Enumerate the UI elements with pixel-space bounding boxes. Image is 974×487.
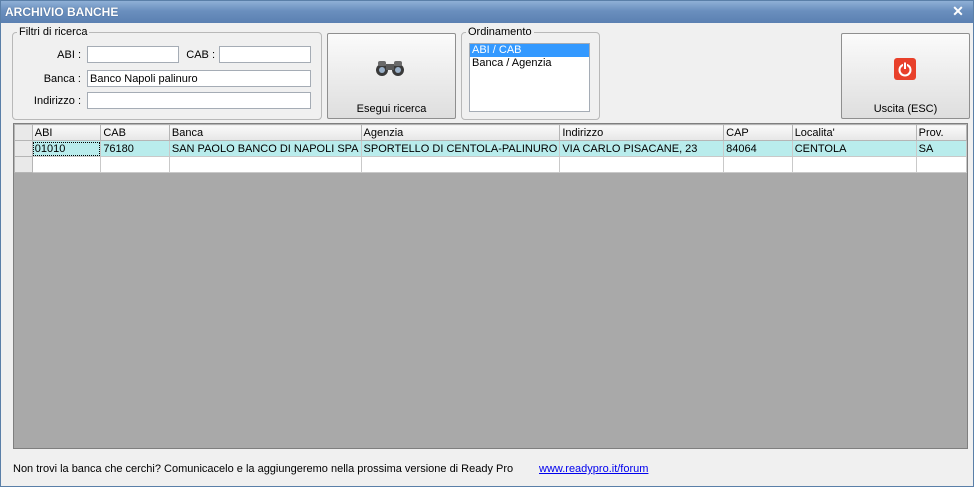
cell-cap[interactable]: 84064 xyxy=(723,140,793,157)
column-header-cab[interactable]: CAB xyxy=(100,124,170,141)
cell-localita[interactable]: CENTOLA xyxy=(791,140,917,157)
results-grid[interactable]: ABI CAB Banca Agenzia Indirizzo CAP Loca… xyxy=(13,123,968,449)
title-bar: ARCHIVIO BANCHE ✕ xyxy=(1,1,973,23)
column-header-prov[interactable]: Prov. xyxy=(915,124,967,141)
cell-empty[interactable] xyxy=(100,156,170,173)
close-icon[interactable]: ✕ xyxy=(951,4,965,18)
abi-input[interactable] xyxy=(87,46,179,63)
column-header-indirizzo[interactable]: Indirizzo xyxy=(559,124,725,141)
cell-empty[interactable] xyxy=(915,156,967,173)
cell-empty[interactable] xyxy=(168,156,362,173)
power-icon xyxy=(894,58,916,80)
column-header-banca[interactable]: Banca xyxy=(168,124,362,141)
cell-empty[interactable] xyxy=(723,156,793,173)
cell-prov[interactable]: SA xyxy=(915,140,967,157)
table-header-row: ABI CAB Banca Agenzia Indirizzo CAP Loca… xyxy=(14,124,967,141)
cell-empty[interactable] xyxy=(559,156,725,173)
indirizzo-label: Indirizzo : xyxy=(33,95,81,107)
column-header-abi[interactable]: ABI xyxy=(31,124,102,141)
indirizzo-input[interactable] xyxy=(87,92,311,109)
search-button[interactable]: Esegui ricerca xyxy=(327,33,456,119)
row-selector[interactable] xyxy=(14,140,33,157)
ordering-option-abi-cab[interactable]: ABI / CAB xyxy=(470,44,589,57)
exit-button-label: Uscita (ESC) xyxy=(873,103,938,115)
column-header-agenzia[interactable]: Agenzia xyxy=(360,124,561,141)
ordering-legend: Ordinamento xyxy=(468,26,532,38)
cell-empty[interactable] xyxy=(360,156,561,173)
cell-banca[interactable]: SAN PAOLO BANCO DI NAPOLI SPA xyxy=(168,140,362,157)
cell-cab[interactable]: 76180 xyxy=(100,140,170,157)
results-table: ABI CAB Banca Agenzia Indirizzo CAP Loca… xyxy=(14,124,967,173)
cell-abi[interactable]: 01010 xyxy=(31,140,102,157)
binoculars-icon xyxy=(376,61,404,76)
table-row-new[interactable] xyxy=(14,156,967,173)
column-header-cap[interactable]: CAP xyxy=(723,124,793,141)
cell-empty[interactable] xyxy=(791,156,917,173)
cell-agenzia[interactable]: SPORTELLO DI CENTOLA-PALINURO xyxy=(360,140,561,157)
banca-label: Banca : xyxy=(43,73,81,85)
forum-link[interactable]: www.readypro.it/forum xyxy=(539,463,648,475)
filters-legend: Filtri di ricerca xyxy=(19,26,88,38)
table-row[interactable]: 01010 76180 SAN PAOLO BANCO DI NAPOLI SP… xyxy=(14,140,967,157)
search-button-label: Esegui ricerca xyxy=(356,103,427,115)
ordering-listbox[interactable]: ABI / CAB Banca / Agenzia xyxy=(469,43,590,112)
banca-input[interactable] xyxy=(87,70,311,87)
abi-label: ABI : xyxy=(57,49,81,61)
column-header-localita[interactable]: Localita' xyxy=(791,124,917,141)
ordering-option-banca-agenzia[interactable]: Banca / Agenzia xyxy=(470,57,589,70)
window-title: ARCHIVIO BANCHE xyxy=(5,5,119,19)
row-header-corner xyxy=(14,124,33,141)
cab-label: CAB : xyxy=(186,49,215,61)
footer-message: Non trovi la banca che cerchi? Comunicac… xyxy=(13,463,514,475)
archivio-banche-window: ARCHIVIO BANCHE ✕ Filtri di ricerca ABI … xyxy=(0,0,974,487)
cab-input[interactable] xyxy=(219,46,311,63)
row-selector-new[interactable] xyxy=(14,156,33,173)
cell-indirizzo[interactable]: VIA CARLO PISACANE, 23 xyxy=(559,140,725,157)
cell-empty[interactable] xyxy=(31,156,102,173)
exit-button[interactable]: Uscita (ESC) xyxy=(841,33,970,119)
